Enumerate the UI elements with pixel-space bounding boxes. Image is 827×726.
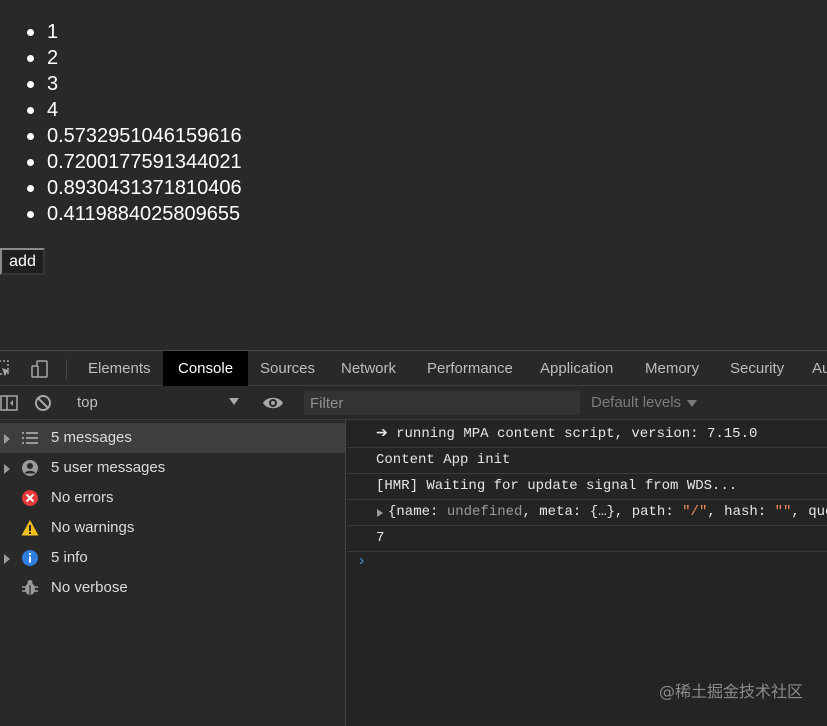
device-toolbar-icon[interactable] (31, 360, 49, 378)
filter-input[interactable] (304, 391, 580, 415)
expand-arrow-icon[interactable] (4, 434, 10, 444)
page-content: 1 2 3 4 0.5732951046159616 0.72001775913… (0, 0, 827, 350)
tabbar-separator (66, 359, 67, 379)
list-item-text: 0.8930431371810406 (47, 177, 242, 199)
sidebar-item-label: 5 user messages (51, 459, 166, 476)
levels-label: Default levels (591, 394, 682, 411)
expand-object-icon[interactable] (377, 509, 383, 517)
add-button[interactable]: add (0, 248, 45, 275)
console-prompt[interactable]: › (357, 553, 366, 570)
devtools-panel: Elements Console Sources Network Perform… (0, 350, 827, 726)
watermark: @稀土掘金技术社区 (658, 682, 803, 701)
bullet (27, 29, 34, 36)
console-message: [HMR] Waiting for update signal from WDS… (347, 474, 827, 500)
context-selector[interactable]: top (67, 386, 247, 419)
bullet (27, 159, 34, 166)
sidebar-item-errors[interactable]: No errors (0, 483, 345, 513)
sidebar-item-verbose[interactable]: No verbose (0, 573, 345, 603)
sidebar-item-info[interactable]: 5 info (0, 543, 345, 573)
chevron-down-icon (687, 399, 698, 407)
context-label: top (77, 394, 98, 411)
object-value: undefined (446, 504, 523, 520)
tab-performance[interactable]: Performance (427, 351, 513, 386)
sidebar-item-label: 5 messages (51, 429, 132, 446)
console-toolbar: top Default levels (0, 386, 827, 420)
list-item: 0.4119884025809655 (27, 201, 242, 227)
list-item-text: 4 (47, 99, 59, 121)
sidebar-item-label: 5 info (51, 549, 88, 566)
bullet (27, 107, 34, 114)
sidebar-item-user-messages[interactable]: 5 user messages (0, 453, 345, 483)
warning-icon (21, 520, 39, 536)
tab-sources[interactable]: Sources (260, 351, 315, 386)
object-key: meta: (539, 504, 582, 520)
devtools-tabbar: Elements Console Sources Network Perform… (0, 351, 827, 386)
list-item-text: 0.4119884025809655 (47, 203, 241, 225)
eye-icon[interactable] (262, 394, 284, 412)
list-item: 1 (27, 19, 242, 45)
number-list: 1 2 3 4 0.5732951046159616 0.72001775913… (27, 19, 242, 227)
bullet (27, 133, 34, 140)
list-item: 2 (27, 45, 242, 71)
tab-security[interactable]: Security (730, 351, 784, 386)
console-sidebar: 5 messages 5 user messages No errors No … (0, 420, 346, 726)
console-number-log: 7 (347, 526, 827, 552)
bug-icon (22, 580, 38, 595)
sidebar-item-label: No warnings (51, 519, 135, 536)
console-message: Content App init (347, 448, 827, 474)
inspect-element-icon[interactable] (0, 360, 12, 378)
object-key: path: (631, 504, 674, 520)
object-value: {…} (589, 504, 615, 520)
list-item: 0.5732951046159616 (27, 123, 242, 149)
bullet (27, 81, 34, 88)
list-item: 0.8930431371810406 (27, 175, 242, 201)
tab-memory[interactable]: Memory (645, 351, 699, 386)
tab-console[interactable]: Console (163, 351, 249, 386)
list-item-text: 0.7200177591344021 (47, 151, 242, 173)
clear-console-icon[interactable] (34, 394, 52, 412)
sidebar-item-label: No verbose (51, 579, 128, 596)
toggle-sidebar-icon[interactable] (0, 394, 18, 412)
console-message: ➔ running MPA content script, version: 7… (347, 422, 827, 448)
object-value: "" (774, 504, 792, 520)
default-levels-dropdown[interactable]: Default levels (591, 394, 698, 411)
bullet (27, 55, 34, 62)
list-item-text: 0.5732951046159616 (47, 125, 242, 147)
object-value: "/" (682, 504, 708, 520)
expand-arrow-icon[interactable] (4, 554, 10, 564)
chevron-down-icon (229, 398, 239, 405)
list-item: 4 (27, 97, 242, 123)
tab-network[interactable]: Network (341, 351, 396, 386)
object-key: hash: (724, 504, 767, 520)
sidebar-item-messages[interactable]: 5 messages (0, 423, 345, 453)
list-item: 3 (27, 71, 242, 97)
bullet (27, 185, 34, 192)
info-icon (22, 550, 38, 566)
sidebar-item-label: No errors (51, 489, 114, 506)
sidebar-item-warnings[interactable]: No warnings (0, 513, 345, 543)
list-icon (22, 432, 38, 444)
bullet (27, 211, 34, 218)
object-key-truncated: que (808, 504, 827, 520)
expand-arrow-icon[interactable] (4, 464, 10, 474)
list-item: 0.7200177591344021 (27, 149, 242, 175)
error-icon (22, 490, 38, 506)
list-item-text: 2 (47, 47, 59, 69)
console-object-log[interactable]: {name: undefined, meta: {…}, path: "/", … (347, 500, 827, 526)
tab-audits-truncated[interactable]: Au (812, 351, 827, 386)
list-item-text: 3 (47, 73, 59, 95)
list-item-text: 1 (47, 21, 59, 43)
tab-application[interactable]: Application (540, 351, 613, 386)
user-icon (22, 460, 38, 476)
tab-elements[interactable]: Elements (88, 351, 151, 386)
object-key: name: (396, 504, 439, 520)
